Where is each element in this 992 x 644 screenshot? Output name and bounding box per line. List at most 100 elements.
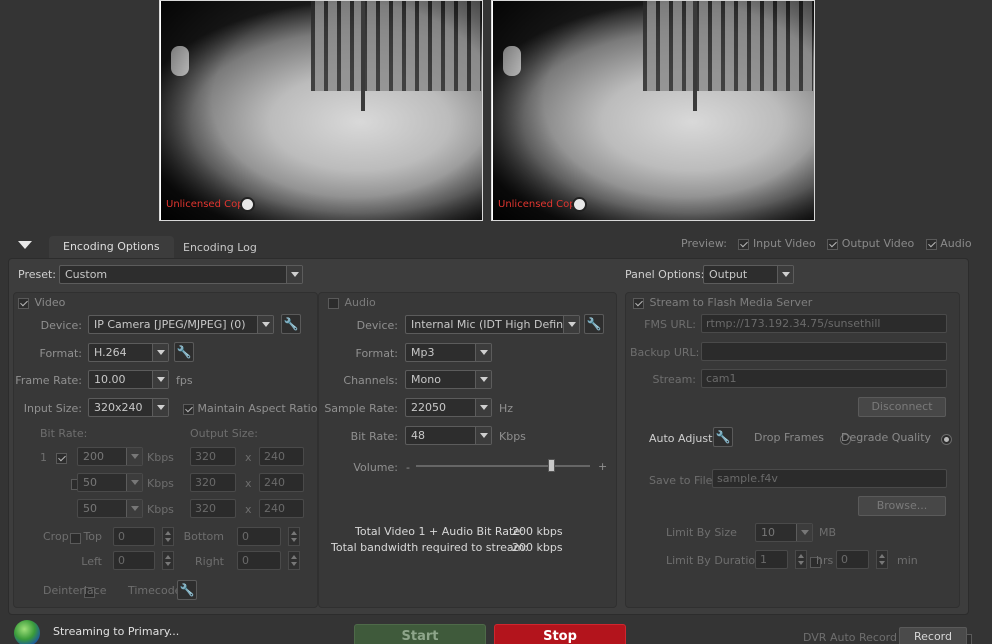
chevron-down-icon xyxy=(152,371,168,388)
crop-left-stepper[interactable] xyxy=(162,551,174,570)
crop-top-label: Top xyxy=(83,530,102,543)
bitrate-unit: Kbps xyxy=(147,477,174,490)
audio-preview-checkbox[interactable] xyxy=(925,238,937,250)
preview-label: Preview: xyxy=(681,237,727,250)
bitrate-row-1-checkbox[interactable] xyxy=(56,452,67,464)
backup-url-field[interactable] xyxy=(701,342,947,361)
output-video-preview: Unlicensed Copy xyxy=(491,0,815,221)
preset-value: Custom xyxy=(65,268,108,281)
hrs-field[interactable]: 1 xyxy=(755,550,788,569)
globe-icon xyxy=(14,620,40,644)
audio-group xyxy=(318,292,617,608)
bandwidth-value: 200 kbps xyxy=(512,541,563,554)
output-width-field[interactable]: 320 xyxy=(190,473,236,492)
disconnect-button[interactable]: Disconnect xyxy=(858,397,946,417)
input-size-select[interactable]: 320x240 xyxy=(88,398,169,417)
tab-encoding-log[interactable]: Encoding Log xyxy=(169,237,271,259)
drop-frames-label: Drop Frames xyxy=(754,431,824,444)
output-height-field[interactable]: 240 xyxy=(259,473,304,492)
crop-left-label: Left xyxy=(81,555,102,568)
hrs-stepper[interactable] xyxy=(795,550,807,569)
volume-min-label: - xyxy=(406,461,410,474)
fms-url-field[interactable]: rtmp://173.192.34.75/sunsethill xyxy=(701,314,947,333)
bandwidth-label: Total bandwidth required to stream: xyxy=(331,541,529,554)
crop-right-field[interactable]: 0 xyxy=(237,551,281,570)
crop-bottom-label: Bottom xyxy=(183,530,224,543)
bitrate-row-3-select[interactable]: 50 xyxy=(77,499,143,518)
bitrate-row-1-select[interactable]: 200 xyxy=(77,447,143,466)
maintain-aspect-label: Maintain Aspect Ratio xyxy=(197,402,318,415)
sample-rate-unit: Hz xyxy=(499,402,514,415)
maintain-aspect-checkbox[interactable] xyxy=(183,403,194,415)
volume-slider-track[interactable] xyxy=(416,465,590,467)
stream-fms-label: Stream to Flash Media Server xyxy=(649,296,813,309)
chevron-down-icon xyxy=(152,399,168,416)
limit-size-select[interactable]: 10 xyxy=(755,523,813,542)
crop-bottom-stepper[interactable] xyxy=(288,527,300,546)
audio-format-value: Mp3 xyxy=(411,346,435,359)
degrade-quality-radio[interactable] xyxy=(941,433,952,445)
file-name-field[interactable]: sample.f4v xyxy=(712,469,947,488)
min-stepper[interactable] xyxy=(876,550,888,569)
sample-rate-select[interactable]: 22050 xyxy=(405,398,492,417)
channels-select[interactable]: Mono xyxy=(405,370,492,389)
output-height-field[interactable]: 240 xyxy=(259,447,304,466)
stream-name-field[interactable]: cam1 xyxy=(701,369,947,388)
deinterlace-label: Deinterlace xyxy=(43,584,107,597)
watermark-icon xyxy=(572,197,587,212)
dvr-auto-record-label: DVR Auto Record xyxy=(803,631,897,644)
output-height-field[interactable]: 240 xyxy=(259,499,304,518)
video-device-settings-icon[interactable]: 🔧 xyxy=(281,314,301,334)
volume-slider-thumb[interactable] xyxy=(547,459,555,472)
total-bitrate-label: Total Video 1 + Audio Bit Rate: xyxy=(355,525,524,538)
video-format-settings-icon[interactable]: 🔧 xyxy=(174,342,194,362)
audio-format-select[interactable]: Mp3 xyxy=(405,343,492,362)
audio-format-label: Format: xyxy=(355,347,398,360)
audio-device-select[interactable]: Internal Mic (IDT High Definiti xyxy=(405,315,580,334)
tab-encoding-options[interactable]: Encoding Options xyxy=(49,236,174,258)
audio-preview-label: Audio xyxy=(940,237,972,250)
total-bitrate-value: 200 kbps xyxy=(512,525,563,538)
crop-top-stepper[interactable] xyxy=(162,527,174,546)
crop-right-stepper[interactable] xyxy=(288,551,300,570)
audio-device-settings-icon[interactable]: 🔧 xyxy=(584,314,604,334)
audio-checkbox[interactable] xyxy=(328,297,339,309)
preset-select[interactable]: Custom xyxy=(59,265,303,284)
collapse-triangle-icon[interactable] xyxy=(18,241,32,249)
video-header: Video xyxy=(18,296,65,309)
crop-left-field[interactable]: 0 xyxy=(113,551,155,570)
sample-rate-label: Sample Rate: xyxy=(324,402,398,415)
auto-adjust-settings-icon[interactable]: 🔧 xyxy=(713,427,733,447)
video-device-select[interactable]: IP Camera [JPEG/MJPEG] (0) xyxy=(88,315,274,334)
video-format-select[interactable]: H.264 xyxy=(88,343,169,362)
stream-fms-checkbox[interactable] xyxy=(633,297,644,309)
crop-bottom-field[interactable]: 0 xyxy=(237,527,281,546)
input-video-checkbox[interactable] xyxy=(738,238,750,250)
audio-bit-rate-select[interactable]: 48 xyxy=(405,426,492,445)
output-width-field[interactable]: 320 xyxy=(190,499,236,518)
output-width-field[interactable]: 320 xyxy=(190,447,236,466)
bitrate-value: 200 xyxy=(83,450,104,463)
status-text: Streaming to Primary... xyxy=(53,625,180,638)
min-field[interactable]: 0 xyxy=(836,550,869,569)
crop-top-field[interactable]: 0 xyxy=(113,527,155,546)
crop-label: Crop xyxy=(43,530,69,543)
output-video-checkbox[interactable] xyxy=(827,238,839,250)
stop-button[interactable]: Stop xyxy=(494,624,626,644)
panel-options-value: Output xyxy=(709,268,748,281)
browse-button[interactable]: Browse... xyxy=(858,496,946,516)
start-button[interactable]: Start xyxy=(354,624,486,644)
bitrate-row-index: 1 xyxy=(40,451,47,464)
video-format-value: H.264 xyxy=(94,346,127,359)
crop-right-label: Right xyxy=(195,555,224,568)
input-size-value: 320x240 xyxy=(94,401,143,414)
size-separator: x xyxy=(245,451,252,464)
frame-rate-select[interactable]: 10.00 xyxy=(88,370,169,389)
panel-options-select[interactable]: Output xyxy=(703,265,794,284)
save-to-file-label: Save to File xyxy=(649,474,713,487)
video-checkbox[interactable] xyxy=(18,297,29,309)
record-button[interactable]: Record xyxy=(899,627,967,644)
timecode-settings-icon[interactable]: 🔧 xyxy=(177,580,197,600)
bitrate-row-2-select[interactable]: 50 xyxy=(77,473,143,492)
audio-bit-rate-value: 48 xyxy=(411,429,425,442)
